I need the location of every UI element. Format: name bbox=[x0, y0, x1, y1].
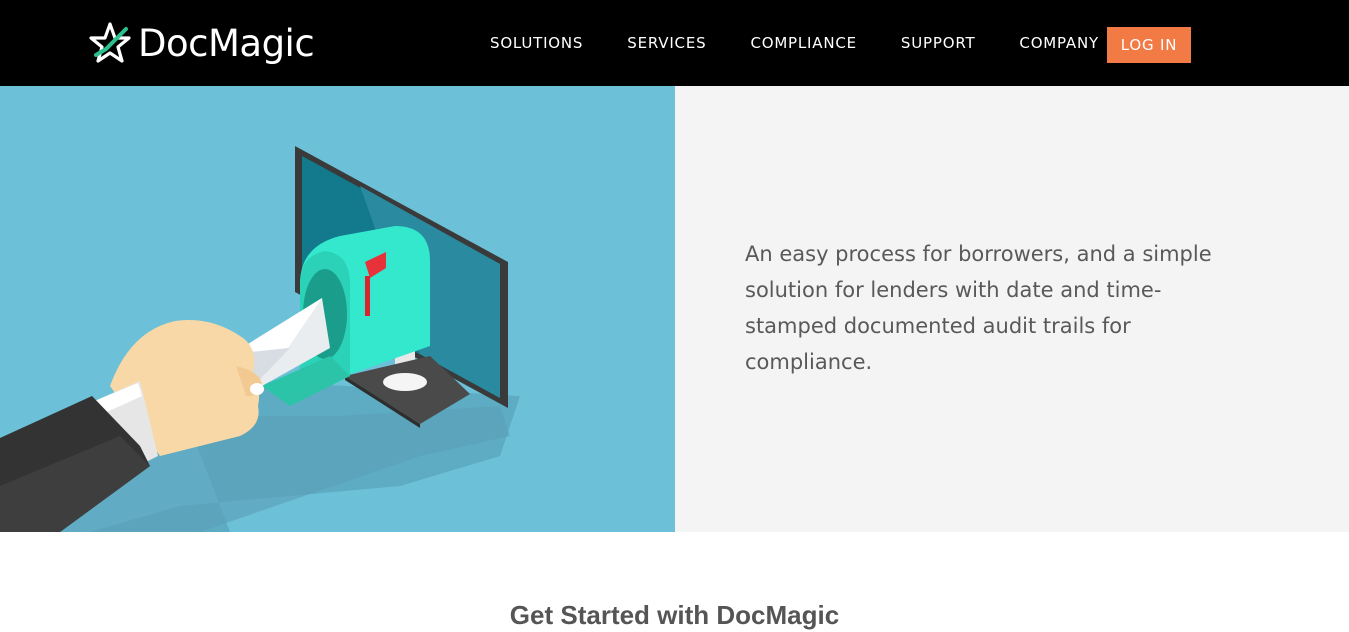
docmagic-logo[interactable]: DocMagic bbox=[88, 18, 315, 68]
nav-support[interactable]: SUPPORT bbox=[879, 34, 998, 52]
hero-text-panel: An easy process for borrowers, and a sim… bbox=[675, 86, 1349, 532]
main-nav: SOLUTIONS SERVICES COMPLIANCE SUPPORT CO… bbox=[468, 0, 1121, 86]
nav-solutions[interactable]: SOLUTIONS bbox=[468, 34, 605, 52]
hero-description: An easy process for borrowers, and a sim… bbox=[745, 242, 1212, 374]
logo-text: DocMagic bbox=[138, 21, 315, 65]
login-button[interactable]: LOG IN bbox=[1107, 27, 1191, 63]
star-check-icon bbox=[89, 22, 131, 63]
nav-compliance[interactable]: COMPLIANCE bbox=[728, 34, 878, 52]
get-started-heading: Get Started with DocMagic bbox=[509, 600, 840, 630]
nav-services[interactable]: SERVICES bbox=[605, 34, 728, 52]
nav-company[interactable]: COMPANY bbox=[997, 34, 1121, 52]
hero-illustration-panel bbox=[0, 86, 675, 532]
top-navigation-bar: DocMagic SOLUTIONS SERVICES COMPLIANCE S… bbox=[0, 0, 1349, 86]
hand-mailing-letter-illustration bbox=[0, 146, 520, 532]
